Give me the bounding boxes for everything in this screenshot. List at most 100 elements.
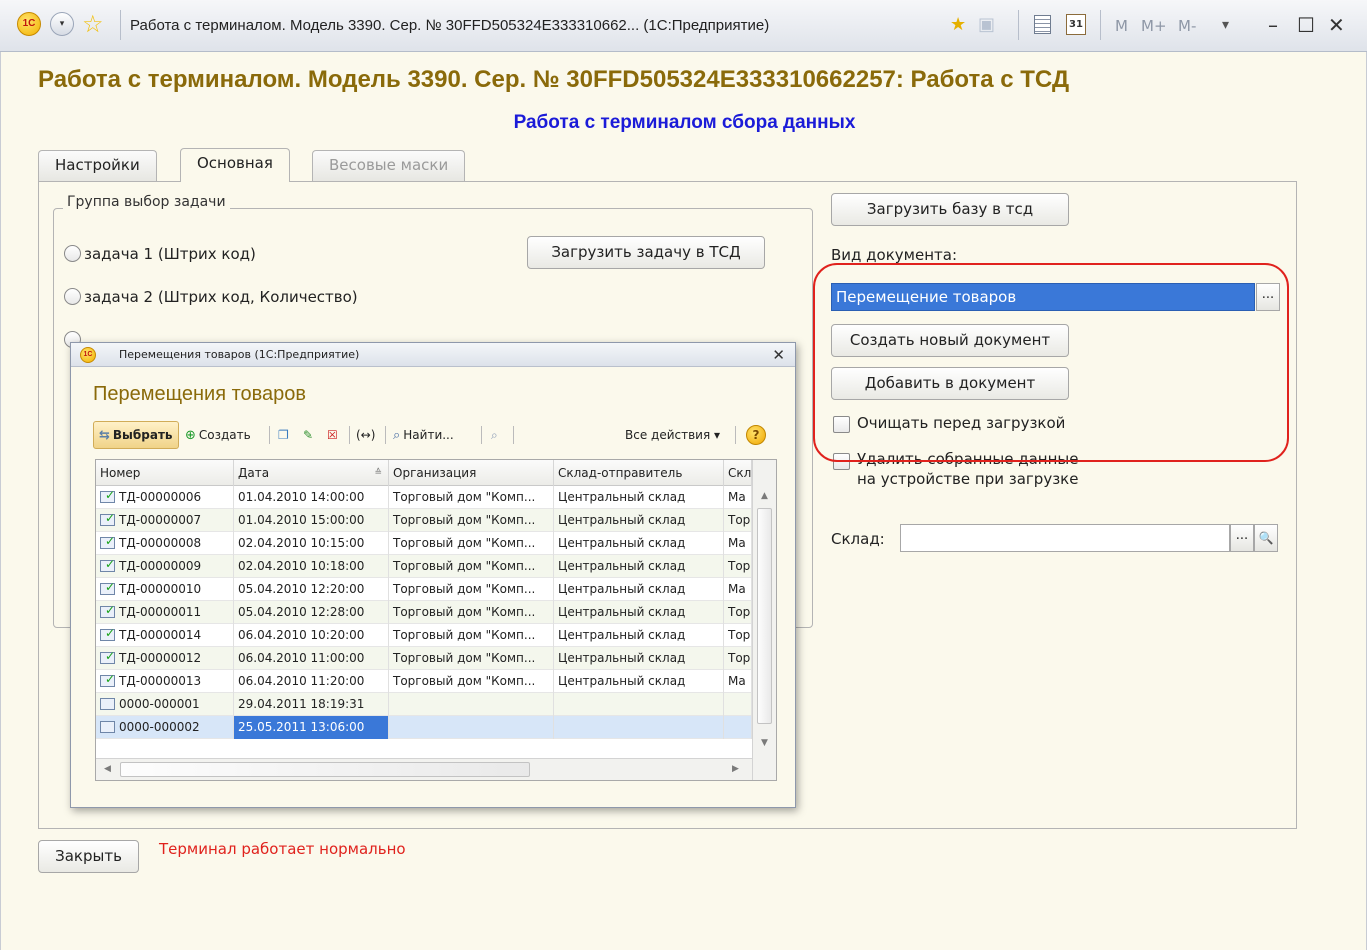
cell-number-text: ТД-00000007 [119,513,202,527]
cell-date-text: 25.05.2011 13:06:00 [238,720,365,734]
vertical-scrollbar[interactable]: ▲ ▼ [752,460,776,780]
calculator-icon[interactable] [1034,15,1051,34]
table-row[interactable]: ✓ ТД-00000013 06.04.2010 11:20:00 Торговый … [96,670,752,693]
table-row[interactable]: ✓ ТД-00000009 02.04.2010 10:18:00 Торговый … [96,555,752,578]
table-row[interactable]: 0000-000001 29.04.2011 18:19:31 [96,693,752,716]
find-button[interactable]: ⌕ Найти... [393,421,454,449]
edit-icon[interactable]: ✎ [303,421,313,449]
cell-sender-warehouse-text: Центральный склад [558,490,686,504]
1c-logo-icon[interactable]: 1С [17,12,41,36]
cell-number: ✓ ТД-00000012 [96,647,234,670]
history-icon[interactable]: ▣ [978,14,995,36]
dialog-close-button[interactable]: ✕ [772,343,785,367]
all-actions-button[interactable]: Все действия ▾ [625,421,720,449]
cell-warehouse [724,716,752,739]
cell-organization-text: Торговый дом "Комп... [393,536,536,550]
column-header-warehouse[interactable]: Скл [724,460,752,486]
cell-sender-warehouse: Центральный склад [554,670,724,693]
select-button-label: Выбрать [112,428,173,442]
maximize-button[interactable]: ☐ [1297,0,1315,52]
table-row[interactable]: ✓ ТД-00000010 05.04.2010 12:20:00 Торговый … [96,578,752,601]
copy-icon[interactable]: ❐ [278,421,289,449]
radio-circle[interactable] [64,245,81,262]
close-button[interactable]: Закрыть [38,840,139,873]
doc-type-select[interactable]: Перемещение товаров [831,283,1255,311]
cell-organization: Торговый дом "Комп... [389,532,554,555]
load-task-button[interactable]: Загрузить задачу в ТСД [527,236,765,269]
cell-warehouse: Ма [724,532,752,555]
warehouse-input[interactable] [900,524,1230,552]
tab-settings[interactable]: Настройки [38,150,157,181]
close-window-button[interactable]: ✕ [1328,0,1345,52]
scroll-right-icon[interactable]: ▶ [732,764,739,774]
load-db-button[interactable]: Загрузить базу в тсд [831,193,1069,226]
main-menu-button[interactable]: ▾ [50,12,74,36]
cell-sender-warehouse: Центральный склад [554,509,724,532]
dialog-title: Перемещения товаров (1С:Предприятие) [119,348,360,361]
cell-date: 06.04.2010 11:00:00 [234,647,389,670]
radio-circle[interactable] [64,288,81,305]
delete-icon[interactable]: ☒ [327,421,338,449]
cell-warehouse-text: Тор [728,605,751,619]
checkmark-icon: ✓ [105,488,116,502]
table-row[interactable]: ✓ ТД-00000014 06.04.2010 10:20:00 Торговый … [96,624,752,647]
memory-button-m-minus[interactable]: M- [1178,0,1196,52]
cell-number: 0000-000002 [96,716,234,739]
create-button[interactable]: ⊕ Создать [185,421,251,449]
cell-warehouse: Тор [724,647,752,670]
chevron-down-icon[interactable]: ▾ [1222,0,1229,52]
cancel-search-icon[interactable]: ⌕ [491,421,498,449]
radio-task-2[interactable]: задача 2 (Штрих код, Количество) [64,288,358,306]
column-header-date[interactable]: Дата ≙ [234,460,389,486]
cell-organization: Торговый дом "Комп... [389,601,554,624]
column-header-sender-warehouse[interactable]: Склад-отправитель [554,460,724,486]
favorite-star-icon[interactable]: ☆ [82,8,104,40]
table-row[interactable]: ✓ ТД-00000007 01.04.2010 15:00:00 Торговый … [96,509,752,532]
horizontal-scrollbar[interactable]: ◀ ▶ [96,758,752,780]
column-header-number[interactable]: Номер [96,460,234,486]
cell-organization-text: Торговый дом "Комп... [393,651,536,665]
tab-weight-masks[interactable]: Весовые маски [312,150,466,181]
select-button[interactable]: ⇆ Выбрать [93,421,179,449]
clear-before-load-checkbox[interactable] [833,416,850,433]
documents-table: Номер Дата ≙ Организация Склад-отправите… [95,459,777,781]
column-header-organization[interactable]: Организация [389,460,554,486]
tab-main[interactable]: Основная [180,148,290,182]
cell-date: 06.04.2010 11:20:00 [234,670,389,693]
add-to-document-button[interactable]: Добавить в документ [831,367,1069,400]
dialog-toolbar: ⇆ Выбрать ⊕ Создать ❐ ✎ ☒ (↔) ⌕ Найти... ⌕ … [93,421,779,449]
create-document-button[interactable]: Создать новый документ [831,324,1069,357]
table-row[interactable]: ✓ ТД-00000008 02.04.2010 10:15:00 Торговый … [96,532,752,555]
memory-button-m-plus[interactable]: M+ [1141,0,1167,52]
toolbar-separator [385,426,386,444]
scroll-left-icon[interactable]: ◀ [104,764,111,774]
minimize-button[interactable]: – [1268,0,1278,52]
create-icon: ⊕ [185,428,196,443]
warehouse-search-button[interactable]: 🔍 [1254,524,1278,552]
warehouse-choose-button[interactable]: ... [1230,524,1254,552]
help-icon[interactable]: ? [746,425,766,445]
table-row[interactable]: ✓ ТД-00000012 06.04.2010 11:00:00 Торговый … [96,647,752,670]
calendar-icon[interactable]: 31 [1066,14,1086,35]
table-row[interactable]: 0000-000002 25.05.2011 13:06:00 [96,716,752,739]
doc-type-choose-button[interactable]: ... [1256,283,1280,311]
wrap-button[interactable]: (↔) [356,421,375,449]
horizontal-scroll-thumb[interactable] [120,762,530,777]
table-row[interactable]: ✓ ТД-00000006 01.04.2010 14:00:00 Торговый … [96,486,752,509]
favorites-icon[interactable]: ★ [950,14,966,36]
cell-date-text: 06.04.2010 10:20:00 [238,628,365,642]
cell-number-text: ТД-00000011 [119,605,202,619]
cell-organization: Торговый дом "Комп... [389,486,554,509]
cell-number-text: 0000-000001 [119,697,200,711]
radio-task-1[interactable]: задача 1 (Штрих код) [64,245,256,263]
cell-warehouse-text: Ма [728,536,746,550]
cell-date: 29.04.2011 18:19:31 [234,693,389,716]
memory-button-m[interactable]: M [1115,0,1128,52]
scroll-down-icon[interactable]: ▼ [761,738,768,748]
cell-date-text: 06.04.2010 11:20:00 [238,674,365,688]
table-row[interactable]: ✓ ТД-00000011 05.04.2010 12:28:00 Торговый … [96,601,752,624]
vertical-scroll-thumb[interactable] [757,508,772,724]
delete-collected-checkbox[interactable] [833,453,850,470]
cell-date: 02.04.2010 10:18:00 [234,555,389,578]
scroll-up-icon[interactable]: ▲ [761,491,768,501]
